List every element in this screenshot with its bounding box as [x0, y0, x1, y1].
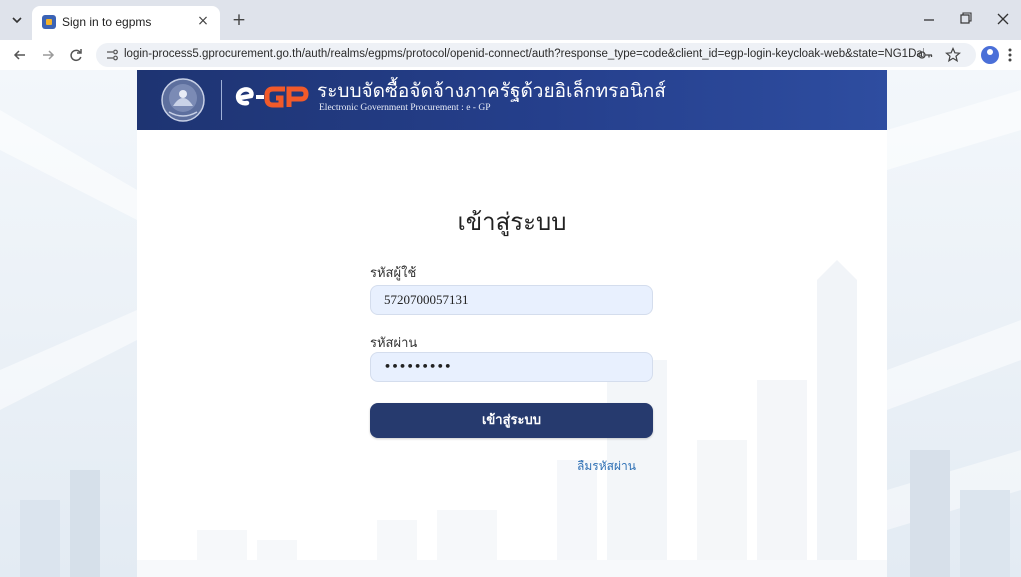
browser-tab-bar: Sign in to egpms × + — [0, 0, 1021, 40]
password-input[interactable]: ••••••••• — [370, 352, 653, 382]
kebab-menu-icon[interactable] — [1004, 45, 1016, 65]
site-header: ระบบจัดซื้อจัดจ้างภาครัฐด้วยอิเล็กทรอนิก… — [137, 70, 887, 130]
back-arrow-icon[interactable] — [10, 45, 30, 65]
new-tab-button[interactable]: + — [228, 10, 250, 30]
forgot-password-link[interactable]: ลืมรหัสผ่าน — [577, 457, 636, 476]
login-heading: เข้าสู่ระบบ — [457, 208, 567, 236]
minimize-icon[interactable] — [916, 8, 942, 30]
browser-toolbar: login-process5.gprocurement.go.th/auth/r… — [0, 40, 1021, 70]
site-info-icon[interactable] — [104, 47, 120, 63]
username-label: รหัสผู้ใช้ — [370, 266, 417, 281]
header-title-english: Electronic Government Procurement : e - … — [319, 103, 491, 113]
close-icon[interactable] — [990, 8, 1016, 30]
key-icon[interactable] — [916, 46, 934, 64]
profile-icon[interactable] — [981, 46, 999, 64]
page-viewport: ระบบจัดซื้อจัดจ้างภาครัฐด้วยอิเล็กทรอนิก… — [0, 70, 1021, 577]
tab-close-button[interactable]: × — [194, 12, 212, 30]
chevron-down-icon[interactable] — [8, 11, 26, 29]
maximize-icon[interactable] — [952, 8, 978, 30]
login-button[interactable]: เข้าสู่ระบบ — [370, 403, 653, 438]
government-emblem-logo — [161, 78, 205, 122]
header-divider — [221, 80, 222, 120]
header-title-thai: ระบบจัดซื้อจัดจ้างภาครัฐด้วยอิเล็กทรอนิก… — [317, 80, 666, 102]
forward-arrow-icon[interactable] — [38, 45, 58, 65]
browser-tab[interactable]: Sign in to egpms × — [32, 6, 220, 40]
reload-icon[interactable] — [66, 45, 86, 65]
password-label: รหัสผ่าน — [370, 336, 418, 351]
star-icon[interactable] — [944, 46, 962, 64]
address-bar[interactable]: login-process5.gprocurement.go.th/auth/r… — [96, 43, 976, 67]
egp-logo — [235, 86, 309, 108]
username-input[interactable]: 5720700057131 — [370, 285, 653, 315]
favicon-icon — [42, 15, 56, 29]
url-text: login-process5.gprocurement.go.th/auth/r… — [124, 48, 924, 60]
login-card: ระบบจัดซื้อจัดจ้างภาครัฐด้วยอิเล็กทรอนิก… — [137, 70, 887, 577]
tab-title: Sign in to egpms — [62, 15, 152, 29]
